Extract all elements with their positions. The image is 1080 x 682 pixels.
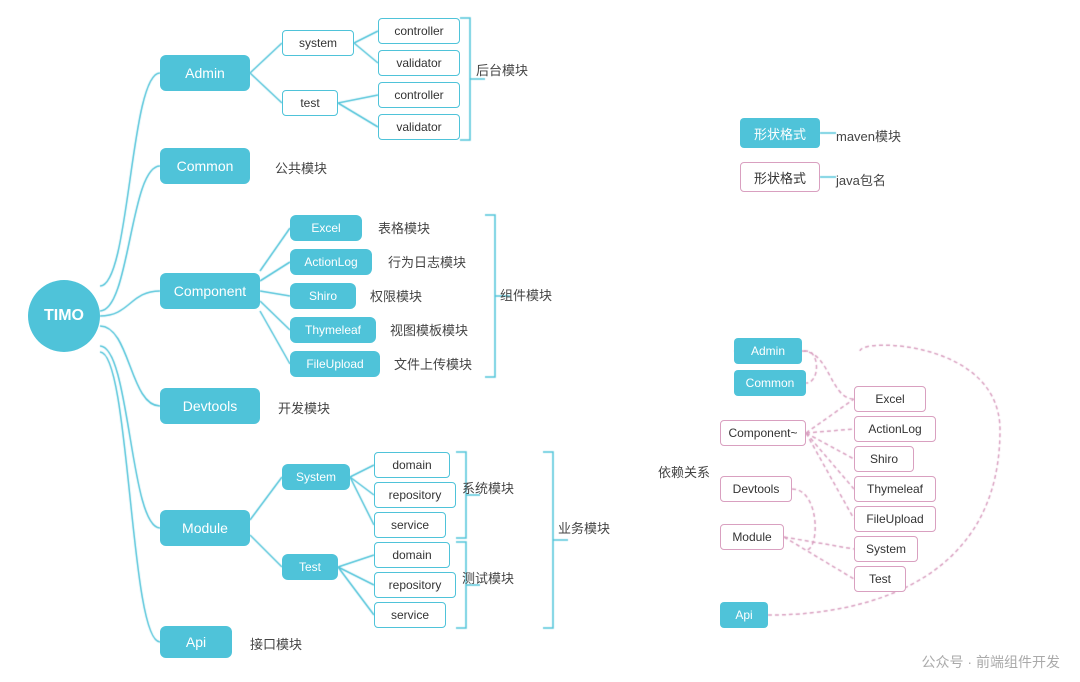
shiro-node: Shiro [290, 283, 356, 309]
excel-label: 表格模块 [378, 218, 430, 237]
fileupload-node: FileUpload [290, 351, 380, 377]
controller1-node: controller [378, 18, 460, 44]
actionlog-label: 行为日志模块 [388, 252, 466, 271]
component-node: Component [160, 273, 260, 309]
diagram-container: TIMO Admin system test controller valida… [0, 0, 1080, 682]
dep-devtools: Devtools [720, 476, 792, 502]
legend-outline-box: 形状格式 [740, 162, 820, 192]
timo-label: TIMO [44, 307, 84, 325]
domain1-node: domain [374, 452, 450, 478]
system-sub-node: System [282, 464, 350, 490]
system-module-label: 系统模块 [462, 478, 514, 497]
legend-filled-desc: maven模块 [836, 126, 901, 145]
system-node: system [282, 30, 354, 56]
dep-common: Common [734, 370, 806, 396]
component-module-label: 组件模块 [500, 285, 552, 304]
thymeleaf-label: 视图模板模块 [390, 320, 468, 339]
actionlog-node: ActionLog [290, 249, 372, 275]
controller2-node: controller [378, 82, 460, 108]
shiro-label: 权限模块 [370, 286, 422, 305]
repository2-node: repository [374, 572, 456, 598]
dep-system: System [854, 536, 918, 562]
validator1-node: validator [378, 50, 460, 76]
dep-title: 依赖关系 [658, 462, 710, 481]
devtools-node: Devtools [160, 388, 260, 424]
test-module-label: 测试模块 [462, 568, 514, 587]
module-node: Module [160, 510, 250, 546]
devtools-label: 开发模块 [278, 398, 330, 417]
dep-excel: Excel [854, 386, 926, 412]
test-node: test [282, 90, 338, 116]
repository1-node: repository [374, 482, 456, 508]
business-module-label: 业务模块 [558, 518, 610, 537]
legend-filled-box: 形状格式 [740, 118, 820, 148]
dep-test: Test [854, 566, 906, 592]
timo-node: TIMO [28, 280, 100, 352]
backend-label: 后台模块 [476, 60, 528, 79]
common-module-label: 公共模块 [275, 158, 327, 177]
service2-node: service [374, 602, 446, 628]
api-label: 接口模块 [250, 634, 302, 653]
dep-thymeleaf: Thymeleaf [854, 476, 936, 502]
dep-module: Module [720, 524, 784, 550]
dep-fileupload: FileUpload [854, 506, 936, 532]
legend-outline-desc: java包名 [836, 170, 886, 189]
common-node: Common [160, 148, 250, 184]
admin-node: Admin [160, 55, 250, 91]
dep-shiro: Shiro [854, 446, 914, 472]
watermark: 公众号 · 前端组件开发 [922, 652, 1060, 672]
validator2-node: validator [378, 114, 460, 140]
dep-component: Component~ [720, 420, 806, 446]
domain2-node: domain [374, 542, 450, 568]
dep-actionlog: ActionLog [854, 416, 936, 442]
thymeleaf-node: Thymeleaf [290, 317, 376, 343]
dep-api: Api [720, 602, 768, 628]
dep-admin: Admin [734, 338, 802, 364]
api-node: Api [160, 626, 232, 658]
test-sub-node: Test [282, 554, 338, 580]
excel-node: Excel [290, 215, 362, 241]
service1-node: service [374, 512, 446, 538]
fileupload-label: 文件上传模块 [394, 354, 472, 373]
